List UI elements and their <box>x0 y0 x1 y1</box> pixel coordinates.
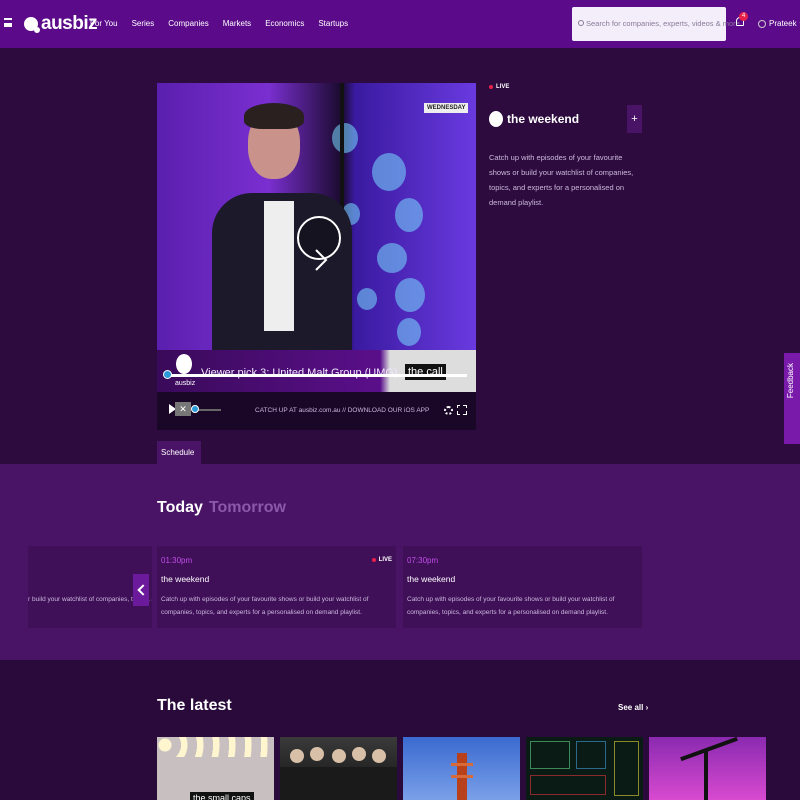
show-header[interactable]: the weekend + <box>489 105 642 133</box>
lower-third: ausbiz Viewer pick 3: United Malt Group … <box>157 350 476 392</box>
schedule-prev-button[interactable] <box>133 574 149 606</box>
see-all-label: See all <box>618 703 644 712</box>
schedule-toggle[interactable]: Schedule <box>157 441 201 479</box>
video-thumbnail[interactable]: the small caps <box>157 737 274 800</box>
nav-item-startups[interactable]: Startups <box>318 19 348 28</box>
user-name: Prateek <box>769 19 797 28</box>
top-navigation-bar: ausbiz For You Series Companies Markets … <box>0 0 800 48</box>
show-description: Catch up with episodes of your favourite… <box>489 153 634 207</box>
lower-third-brand: ausbiz <box>175 380 196 387</box>
see-all-link[interactable]: See all › <box>618 703 648 712</box>
section-title: The latest <box>157 697 232 714</box>
search-icon <box>578 20 584 26</box>
schedule-label: Schedule <box>161 448 195 457</box>
thumbnail-title: the small caps <box>190 792 254 800</box>
feedback-label: Feedback <box>786 363 795 399</box>
latest-section: The latest See all › the small caps <box>0 660 800 800</box>
brand-logo[interactable]: ausbiz <box>24 13 98 35</box>
lower-third-title: Viewer pick 3: United Malt Group (UMG) <box>201 367 398 379</box>
card-time: 01:30pm <box>161 556 193 565</box>
card-show-name: the weekend <box>407 574 456 584</box>
live-indicator: LIVE <box>489 84 644 90</box>
feedback-tab[interactable]: Feedback <box>784 353 800 444</box>
card-description: Catch up with episodes of your favourite… <box>407 596 615 616</box>
logo-icon <box>24 17 40 33</box>
search-placeholder: Search for companies, experts, videos & … <box>586 19 740 28</box>
live-dot-icon <box>371 558 376 562</box>
user-menu[interactable]: Prateek ▾ <box>758 19 800 28</box>
volume-handle[interactable] <box>191 405 199 413</box>
progress-handle[interactable] <box>163 370 172 379</box>
show-title[interactable]: the weekend <box>507 112 579 126</box>
video-thumbnail[interactable] <box>280 737 397 800</box>
player-promo-text: CATCH UP AT ausbiz.com.au // DOWNLOAD OU… <box>255 407 430 414</box>
video-frame[interactable]: WEDNESDAY <box>157 83 476 363</box>
card-show-name: the weekend <box>161 574 210 584</box>
menu-icon[interactable] <box>4 18 12 27</box>
video-thumbnail[interactable] <box>649 737 766 800</box>
mute-icon[interactable]: ✕ <box>175 402 191 416</box>
main-nav: For You Series Companies Markets Economi… <box>90 19 362 28</box>
search-input[interactable]: Search for companies, experts, videos & … <box>572 7 740 41</box>
nav-item-companies[interactable]: Companies <box>168 19 208 28</box>
nav-item-economics[interactable]: Economics <box>265 19 304 28</box>
progress-bar[interactable] <box>167 374 467 377</box>
fullscreen-icon[interactable] <box>456 404 467 415</box>
schedule-card[interactable]: 07:30pm the weekend Catch up with episod… <box>403 546 642 628</box>
video-player[interactable]: WEDNESDAY ausbiz Viewer pick 3: United M… <box>157 83 476 430</box>
video-thumbnail[interactable] <box>526 737 643 800</box>
live-label: LIVE <box>496 84 510 90</box>
day-tabs: Today Tomorrow <box>157 499 286 517</box>
show-logo-icon <box>489 111 503 127</box>
now-playing-panel: LIVE the weekend + Catch up with episode… <box>489 84 644 207</box>
live-dot-icon <box>489 85 493 89</box>
tab-today[interactable]: Today <box>157 499 203 516</box>
brand-name: ausbiz <box>41 13 98 34</box>
tab-tomorrow[interactable]: Tomorrow <box>209 499 286 516</box>
nav-item-markets[interactable]: Markets <box>223 19 251 28</box>
settings-icon[interactable] <box>444 406 453 415</box>
show-logo-icon <box>176 354 192 374</box>
card-time: 07:30pm <box>407 556 439 565</box>
schedule-card[interactable]: 01:30pm LIVE the weekend Catch up with e… <box>157 546 396 628</box>
live-badge: LIVE <box>371 557 392 563</box>
lower-third-show: the call <box>405 364 446 380</box>
live-badge-label: LIVE <box>378 557 392 563</box>
video-thumbnail[interactable] <box>403 737 520 800</box>
player-controls: ✕ CATCH UP AT ausbiz.com.au // DOWNLOAD … <box>157 392 476 430</box>
play-icon <box>315 249 328 271</box>
weekday-badge: WEDNESDAY <box>424 103 469 113</box>
card-description: Catch up with episodes of your favourite… <box>161 596 369 616</box>
notification-badge: 4 <box>739 12 748 21</box>
add-to-watchlist-button[interactable]: + <box>627 105 642 133</box>
nav-item-series[interactable]: Series <box>132 19 155 28</box>
user-icon <box>758 19 766 28</box>
nav-item-for-you[interactable]: For You <box>90 19 118 28</box>
chevron-right-icon: › <box>645 703 649 712</box>
schedule-section: Today Tomorrow r build your watchlist of … <box>0 464 800 660</box>
